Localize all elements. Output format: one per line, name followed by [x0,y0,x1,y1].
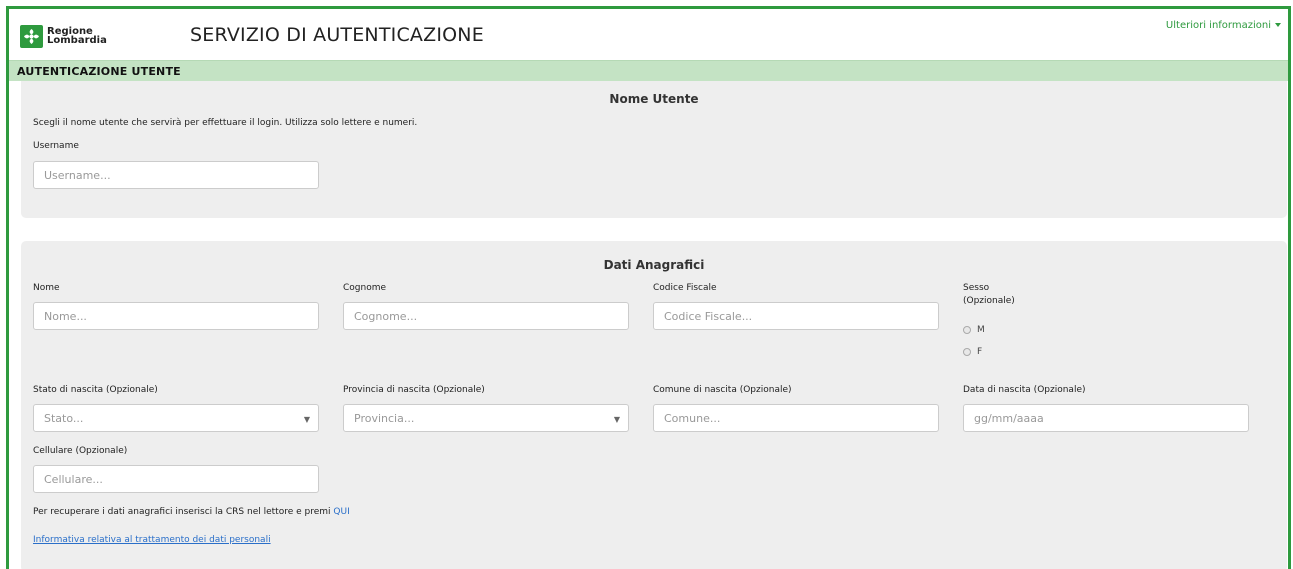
logo-rosa-camuna-icon [20,24,43,48]
nome-placeholder: Nome... [44,309,87,323]
provincia-select[interactable]: Provincia... ▼ [343,404,629,432]
logo-line-2: Lombardia [47,35,107,46]
page-title: SERVIZIO DI AUTENTICAZIONE [190,24,484,46]
crs-hint: Per recuperare i dati anagrafici inseris… [33,507,350,517]
sesso-label: Sesso [963,283,990,293]
sesso-radio-f[interactable]: F [963,347,982,357]
username-panel: Nome Utente Scegli il nome utente che se… [21,81,1287,218]
dropdown-arrow-icon: ▼ [613,415,620,424]
comune-input[interactable]: Comune... [653,404,939,432]
username-label: Username [33,141,79,151]
page-header: Regione Lombardia SERVIZIO DI AUTENTICAZ… [9,9,1288,54]
codice-fiscale-input[interactable]: Codice Fiscale... [653,302,939,330]
cellulare-input[interactable]: Cellulare... [33,465,319,493]
username-input[interactable]: Username... [33,161,319,189]
caret-down-icon [1275,23,1281,27]
sesso-option-f: F [977,347,983,357]
radio-button-icon [963,348,971,356]
username-hint: Scegli il nome utente che servirà per ef… [33,118,418,128]
page-frame: Regione Lombardia SERVIZIO DI AUTENTICAZ… [6,6,1291,569]
stato-label: Stato di nascita (Opzionale) [33,385,158,395]
crs-qui-link[interactable]: QUI [333,507,349,517]
cellulare-placeholder: Cellulare... [44,472,103,486]
privacy-link[interactable]: Informativa relativa al trattamento dei … [33,535,271,545]
stato-select[interactable]: Stato... ▼ [33,404,319,432]
section-title: AUTENTICAZIONE UTENTE [17,65,181,78]
stato-placeholder: Stato... [44,411,84,425]
cellulare-label: Cellulare (Opzionale) [33,446,128,456]
cognome-input[interactable]: Cognome... [343,302,629,330]
username-placeholder: Username... [44,168,111,182]
sesso-optional-label: (Opzionale) [963,296,1015,306]
data-nascita-placeholder: gg/mm/aaaa [974,411,1044,425]
data-nascita-label: Data di nascita (Opzionale) [963,385,1086,395]
radio-button-icon [963,326,971,334]
dropdown-arrow-icon: ▼ [303,415,310,424]
cognome-label: Cognome [343,283,387,293]
comune-label: Comune di nascita (Opzionale) [653,385,792,395]
username-panel-title: Nome Utente [609,92,699,106]
sesso-radio-m[interactable]: M [963,325,985,335]
data-nascita-input[interactable]: gg/mm/aaaa [963,404,1249,432]
more-info-menu[interactable]: Ulteriori informazioni [1166,20,1281,31]
nome-label: Nome [33,283,60,293]
dati-anagrafici-title: Dati Anagrafici [603,258,705,272]
codice-fiscale-placeholder: Codice Fiscale... [664,309,753,323]
cognome-placeholder: Cognome... [354,309,418,323]
logo-text: Regione Lombardia [47,27,107,46]
comune-placeholder: Comune... [664,411,721,425]
nome-input[interactable]: Nome... [33,302,319,330]
provincia-placeholder: Provincia... [354,411,415,425]
provincia-label: Provincia di nascita (Opzionale) [343,385,485,395]
more-info-label: Ulteriori informazioni [1165,20,1271,31]
section-header: AUTENTICAZIONE UTENTE [9,60,1288,81]
regione-lombardia-logo[interactable]: Regione Lombardia [20,23,120,49]
crs-hint-text: Per recuperare i dati anagrafici inseris… [33,507,331,517]
sesso-option-m: M [977,325,985,335]
dati-anagrafici-panel: Dati Anagrafici Nome Nome... Cognome Cog… [21,241,1287,569]
codice-fiscale-label: Codice Fiscale [653,283,717,293]
